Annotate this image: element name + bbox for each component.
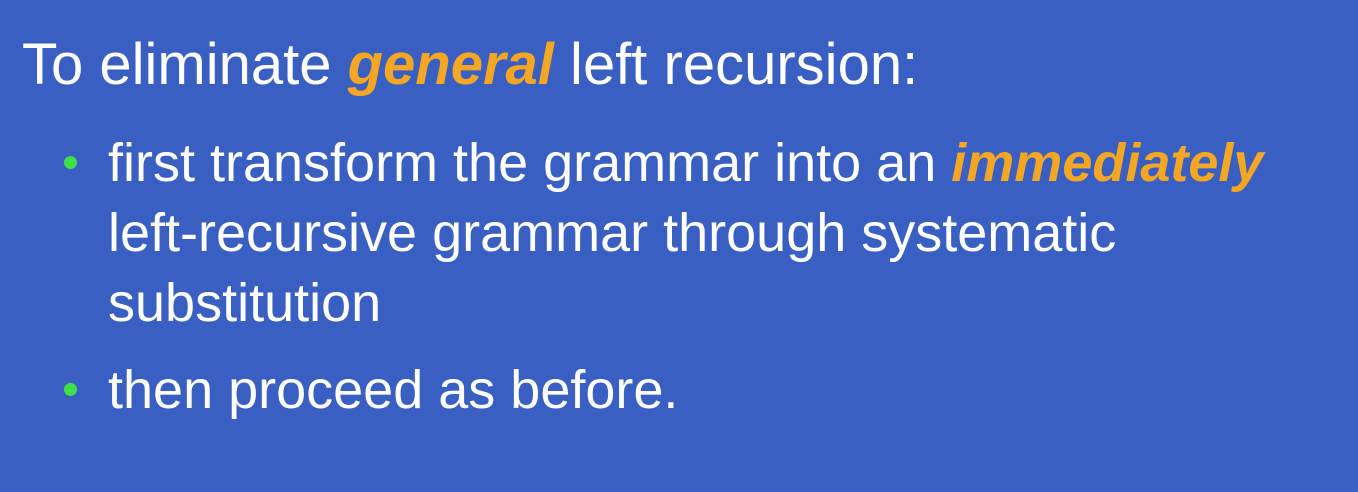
bullet-item: first transform the grammar into an imme… bbox=[60, 128, 1350, 338]
heading-emphasis: general bbox=[347, 32, 554, 97]
heading-prefix: To eliminate bbox=[22, 32, 348, 97]
bullet-prefix: first transform the grammar into an bbox=[108, 133, 952, 193]
heading-suffix: left recursion: bbox=[553, 32, 919, 97]
slide: To eliminate general left recursion: fir… bbox=[0, 0, 1358, 492]
bullet-emphasis: immediately bbox=[951, 133, 1264, 193]
bullet-text: then proceed as before. bbox=[108, 360, 679, 420]
bullet-dot-icon bbox=[64, 156, 77, 169]
slide-heading: To eliminate general left recursion: bbox=[22, 30, 918, 100]
bullet-text: first transform the grammar into an imme… bbox=[108, 128, 1338, 338]
bullet-suffix: left-recursive grammar through systemati… bbox=[108, 203, 1117, 333]
bullet-item: then proceed as before. bbox=[60, 355, 1350, 425]
bullet-dot-icon bbox=[64, 383, 77, 396]
